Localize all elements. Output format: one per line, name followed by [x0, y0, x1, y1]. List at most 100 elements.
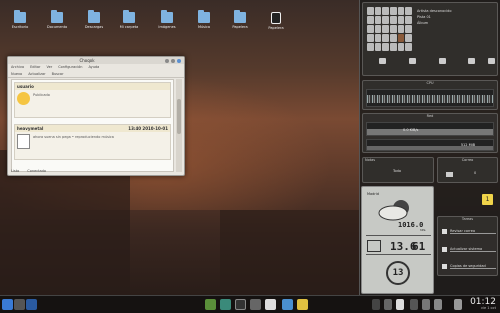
- network-graph-fill: [367, 129, 493, 135]
- menu-edit[interactable]: Editar: [30, 65, 40, 69]
- task-checkbox[interactable]: [442, 247, 447, 252]
- folder-icon: [51, 10, 63, 23]
- notification-tray-icon[interactable]: [434, 299, 442, 310]
- cpu-graph: [366, 89, 494, 107]
- task-checkbox[interactable]: [442, 264, 447, 269]
- refresh-button[interactable]: Actualizar: [28, 72, 45, 76]
- avatar: [17, 92, 30, 105]
- folder-icon: [123, 10, 135, 23]
- mail-count: 0: [474, 171, 477, 175]
- desktop-icon-folder[interactable]: Papelera: [230, 10, 250, 29]
- clipboard-tray-icon[interactable]: [454, 299, 462, 310]
- play-icon[interactable]: [409, 58, 416, 64]
- tray-icon[interactable]: [384, 299, 392, 310]
- desktop-icon-folder[interactable]: Escritorio: [10, 10, 30, 29]
- folder-icon: [88, 10, 100, 23]
- notes-label: Notas: [365, 158, 376, 162]
- terminal-icon[interactable]: [235, 299, 246, 310]
- folder-icon: [161, 10, 173, 23]
- cpu-graph-line: [367, 95, 493, 103]
- minimize-icon[interactable]: [165, 58, 169, 63]
- network-label: Red: [426, 114, 434, 118]
- folder-icon: [198, 10, 210, 23]
- taskbar: 01:12 vie 1 oct: [0, 295, 500, 313]
- file-manager-icon[interactable]: [250, 299, 261, 310]
- notes-value: Todo: [393, 169, 402, 173]
- menu-settings[interactable]: Configuración: [58, 65, 82, 69]
- desktop-icon-folder[interactable]: Música: [194, 10, 214, 29]
- task-item[interactable]: Actualizar sistema: [450, 247, 496, 252]
- battery-tray-icon[interactable]: [410, 299, 418, 310]
- desktop-icon-folder[interactable]: Mi carpeta: [119, 10, 139, 29]
- memory-value: 512 MiB: [460, 143, 475, 147]
- menu-help[interactable]: Ayuda: [88, 65, 99, 69]
- status-text: Conectado: [27, 169, 47, 173]
- desktop-pager-icon[interactable]: [14, 299, 25, 310]
- status-text: Listo: [11, 169, 20, 173]
- post-item[interactable]: usuario Publicado: [14, 82, 171, 118]
- search-button[interactable]: Buscar: [52, 72, 64, 76]
- wallpaper-rock: [220, 210, 360, 295]
- kde-logo-icon[interactable]: [26, 299, 37, 310]
- notes-app-icon[interactable]: [297, 299, 308, 310]
- album-art: [367, 7, 412, 51]
- mail-icon[interactable]: [446, 172, 453, 177]
- trash-icon: [271, 12, 281, 24]
- volume-icon[interactable]: [488, 58, 495, 64]
- avatar: [17, 134, 30, 149]
- close-icon[interactable]: [177, 58, 181, 63]
- window-titlebar[interactable]: Choqok: [8, 57, 184, 64]
- toolbar: Nuevo Actualizar Buscar: [8, 70, 184, 78]
- window-title: Choqok: [79, 58, 95, 63]
- clock-date: vie 1 oct: [480, 306, 496, 310]
- task-checkbox[interactable]: [442, 229, 447, 234]
- cpu-label: CPU: [426, 81, 434, 85]
- tray-icon[interactable]: [372, 299, 380, 310]
- mail-client-icon[interactable]: [282, 299, 293, 310]
- desktop-icon-trash[interactable]: Papelera: [266, 12, 286, 30]
- desktop-icon-folder[interactable]: Descargas: [84, 10, 104, 29]
- timeline[interactable]: usuario Publicado heavymetal 13:40 2010-1…: [11, 79, 174, 172]
- task-item[interactable]: Revisar correo: [450, 229, 496, 234]
- choqok-icon[interactable]: [265, 299, 276, 310]
- post-text: Publicado: [33, 93, 50, 97]
- post-author: heavymetal: [17, 126, 44, 131]
- cpu-widget: CPU: [362, 80, 498, 110]
- post-author: usuario: [17, 84, 34, 89]
- maximize-icon[interactable]: [171, 58, 175, 63]
- folder-icon: [14, 10, 26, 23]
- app-window[interactable]: Choqok Archivo Editar Ver Configuración …: [7, 56, 185, 176]
- pressure-unit: hPa: [420, 228, 426, 232]
- browser-icon[interactable]: [220, 299, 231, 310]
- next-icon[interactable]: [468, 58, 475, 64]
- desktop-icon-folder[interactable]: Imágenes: [157, 10, 177, 29]
- app-icon[interactable]: [205, 299, 216, 310]
- cloud-moon-icon: [378, 200, 409, 221]
- kde-menu-icon[interactable]: [2, 299, 13, 310]
- desktop-icon-folder[interactable]: Documentos: [47, 10, 67, 29]
- scrollbar-thumb[interactable]: [177, 99, 181, 134]
- post-header: heavymetal 13:40 2010-10-01: [15, 125, 170, 132]
- memory-graph: 512 MiB: [366, 139, 494, 151]
- thermometer-icon: [367, 240, 381, 252]
- post-item[interactable]: heavymetal 13:40 2010-10-01 ahora suena s…: [14, 124, 171, 160]
- post-time: 13:40 2010-10-01: [128, 126, 168, 131]
- network-widget: Red 0.0 KiB/s 512 MiB: [362, 113, 498, 153]
- notes-widget: Notas Todo: [362, 157, 434, 183]
- scrollbar[interactable]: [176, 79, 182, 172]
- network-value: 0.0 KiB/s: [403, 128, 419, 132]
- stop-icon[interactable]: [439, 58, 446, 64]
- track-info: Artista desconocido Pista 01 Álbum: [417, 8, 452, 26]
- new-button[interactable]: Nuevo: [11, 72, 22, 76]
- task-item[interactable]: Copias de seguridad: [450, 264, 496, 269]
- prev-icon[interactable]: [379, 58, 386, 64]
- menu-file[interactable]: Archivo: [11, 65, 24, 69]
- volume-tray-icon[interactable]: [422, 299, 430, 310]
- network-tray-icon[interactable]: [396, 299, 404, 310]
- calendar-icon[interactable]: 1: [482, 194, 493, 205]
- divider: [366, 235, 431, 236]
- menu-view[interactable]: Ver: [46, 65, 52, 69]
- network-graph: [366, 122, 494, 136]
- post-text: ahora suena sin pega • reproduciendo mús…: [33, 135, 114, 139]
- humidity-value: 61: [412, 240, 426, 253]
